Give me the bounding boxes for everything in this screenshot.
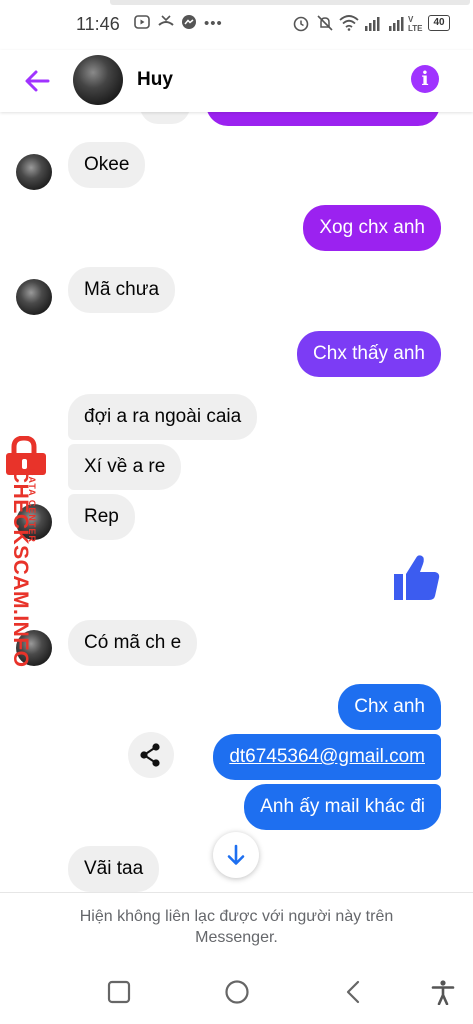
system-nav-bar: [0, 954, 473, 1024]
status-bar: 11:46 ••• V LTE 40: [0, 0, 473, 50]
info-icon[interactable]: i: [411, 65, 439, 93]
wifi-icon: [339, 14, 359, 38]
back-arrow-icon[interactable]: [22, 66, 52, 96]
message-list[interactable]: Okee Xog chx anh Mã chưa Chx thấy anh đợ…: [0, 112, 473, 892]
message-bubble-incoming[interactable]: Rep: [68, 494, 135, 540]
scroll-to-bottom-button[interactable]: [213, 832, 259, 878]
message-bubble-outgoing[interactable]: Xog chx anh: [303, 205, 441, 251]
notice-text: Hiện không liên lạc được với người này t…: [79, 908, 394, 946]
share-icon: [140, 743, 160, 767]
missed-call-icon: [157, 14, 175, 36]
contact-name[interactable]: Huy: [137, 69, 173, 91]
sender-avatar[interactable]: [16, 154, 52, 190]
volte-icon: V LTE: [408, 15, 423, 33]
message-bubble-partial: [206, 112, 440, 126]
message-bubble-outgoing[interactable]: Chx anh: [338, 684, 441, 730]
message-bubble-email-link[interactable]: dt6745364@gmail.com: [213, 734, 441, 780]
message-bubble-partial: [140, 112, 190, 124]
messenger-icon: [181, 14, 197, 36]
status-time: 11:46: [76, 14, 120, 34]
signal-icon-2: [389, 17, 404, 31]
battery-icon: 40: [428, 15, 450, 31]
mute-icon: [316, 14, 334, 38]
watermark-brand: CHECKSCAM.INFO: [9, 468, 32, 668]
watermark: DATA CENTER CHECKSCAM.INFO: [0, 436, 52, 668]
chat-header: Huy i: [0, 50, 473, 112]
composer-unavailable-notice: Hiện không liên lạc được với người này t…: [0, 892, 473, 954]
message-bubble-incoming[interactable]: Xí về a re: [68, 444, 182, 490]
message-bubble-outgoing[interactable]: Anh ấy mail khác đi: [244, 784, 441, 830]
message-bubble-incoming[interactable]: Có mã ch e: [68, 620, 198, 666]
youtube-icon: [134, 14, 150, 36]
message-bubble-incoming[interactable]: Vãi taa: [68, 846, 160, 892]
more-dots-icon: •••: [204, 15, 223, 32]
back-icon[interactable]: [341, 979, 367, 1005]
message-bubble-incoming[interactable]: Okee: [68, 142, 146, 188]
contact-avatar[interactable]: [73, 55, 123, 105]
message-bubble-incoming[interactable]: đợi a ra ngoài caia: [68, 394, 258, 440]
message-bubble-outgoing[interactable]: Chx thấy anh: [297, 331, 441, 377]
message-bubble-incoming[interactable]: Mã chưa: [68, 267, 176, 313]
signal-icon: [365, 17, 380, 31]
home-icon[interactable]: [224, 979, 250, 1005]
accessibility-icon[interactable]: [430, 979, 456, 1005]
recent-apps-icon[interactable]: [106, 979, 132, 1005]
share-button[interactable]: [128, 732, 174, 778]
arrow-down-icon: [227, 844, 245, 865]
top-strip: [110, 0, 470, 5]
alarm-icon: [292, 14, 310, 38]
sender-avatar[interactable]: [16, 279, 52, 315]
like-sticker-icon[interactable]: [390, 552, 442, 604]
